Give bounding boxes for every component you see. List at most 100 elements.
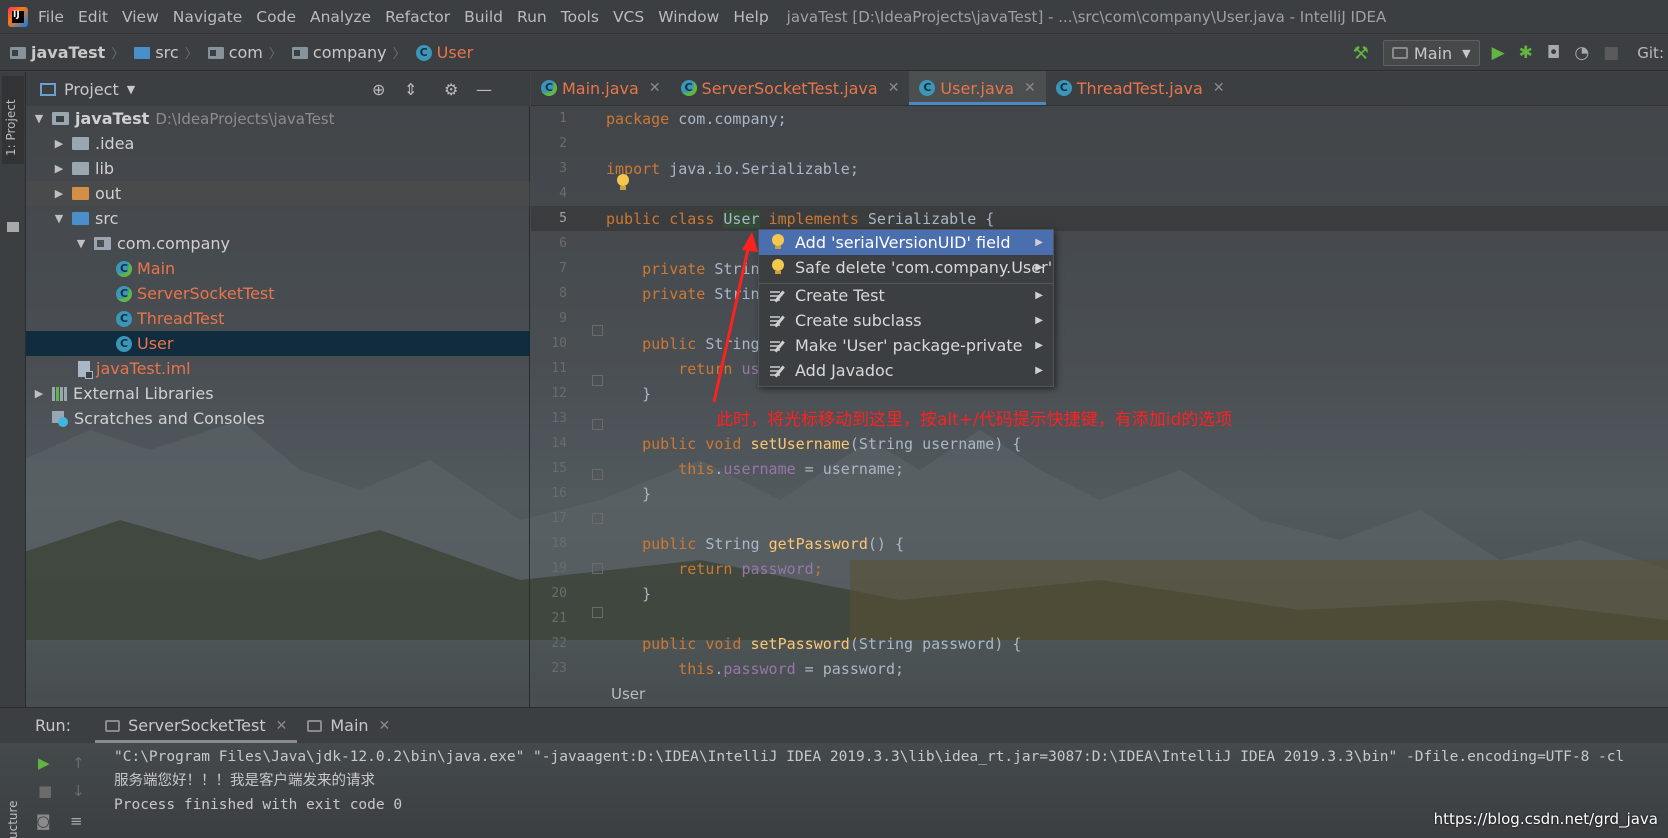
- editor-breadcrumb[interactable]: User: [611, 685, 645, 703]
- tree-item-out[interactable]: ▶ out: [26, 181, 530, 206]
- fold-marker-icon[interactable]: [592, 419, 603, 430]
- stop-icon[interactable]: ■: [1603, 43, 1619, 63]
- tree-item-scratches[interactable]: Scratches and Consoles: [26, 406, 530, 431]
- menu-help[interactable]: Help: [733, 8, 768, 26]
- soft-wrap-icon[interactable]: ≡: [70, 812, 83, 830]
- tab-serversockettest-java[interactable]: C ServerSocketTest.java ✕: [671, 71, 910, 105]
- menu-edit[interactable]: Edit: [78, 8, 108, 26]
- tree-item-javatest[interactable]: ▼ javaTest D:\IdeaProjects\javaTest: [26, 106, 530, 131]
- menu-analyze[interactable]: Analyze: [310, 8, 371, 26]
- arrow-up-icon[interactable]: ↑: [72, 754, 85, 772]
- git-label[interactable]: Git:: [1637, 44, 1664, 62]
- menu-navigate[interactable]: Navigate: [173, 8, 243, 26]
- gear-icon[interactable]: ⚙: [444, 80, 458, 99]
- breadcrumb-project[interactable]: javaTest 〉: [10, 43, 124, 62]
- menu-item-add-serialversionuid[interactable]: Add 'serialVersionUID' field ▶: [759, 230, 1053, 255]
- menu-item-create-test[interactable]: Create Test ▶: [759, 283, 1053, 308]
- coverage-shield-icon[interactable]: ◘: [1547, 43, 1560, 63]
- submenu-arrow-icon: ▶: [1035, 290, 1043, 301]
- breadcrumb-src[interactable]: src 〉: [134, 43, 198, 62]
- build-hammer-icon[interactable]: ⚒: [1353, 43, 1369, 64]
- line-number: 18: [551, 536, 567, 551]
- project-tool-window-tab[interactable]: 1: Project: [2, 76, 24, 164]
- line-number: 16: [551, 486, 567, 501]
- breadcrumb-company[interactable]: company 〉: [291, 43, 406, 62]
- code-line-16: }: [606, 482, 651, 507]
- menu-refactor[interactable]: Refactor: [385, 8, 450, 26]
- menu-build[interactable]: Build: [464, 8, 503, 26]
- debug-bug-icon[interactable]: ✱: [1519, 43, 1533, 63]
- fold-marker-icon[interactable]: [592, 469, 603, 480]
- menu-item-add-javadoc[interactable]: Add Javadoc ▶: [759, 358, 1053, 383]
- close-icon[interactable]: ✕: [276, 718, 288, 734]
- line-number-gutter[interactable]: 1 2 3 4 5 6 7 8 9 10 11 12 13 14 15 16 1…: [531, 107, 603, 682]
- menu-item-make-package-private[interactable]: Make 'User' package-private ▶: [759, 333, 1053, 358]
- profiler-icon[interactable]: ◔: [1574, 43, 1589, 63]
- tree-item-user[interactable]: C User: [26, 331, 530, 356]
- close-icon[interactable]: ✕: [379, 718, 391, 734]
- library-icon: [52, 386, 67, 401]
- tree-item-javatest-iml[interactable]: javaTest.iml: [26, 356, 530, 381]
- menu-tools[interactable]: Tools: [561, 8, 599, 26]
- run-tab-main[interactable]: Main ✕: [297, 708, 400, 743]
- tree-item-serversockettest[interactable]: C ServerSocketTest: [26, 281, 530, 306]
- collapse-all-icon[interactable]: ⇕: [404, 80, 417, 99]
- tree-item-src[interactable]: ▼ src: [26, 206, 530, 231]
- keyword: private: [642, 260, 706, 278]
- run-icon[interactable]: ▶: [1492, 43, 1505, 63]
- arrow-down-icon[interactable]: ↓: [72, 782, 85, 800]
- scratches-icon: [52, 410, 68, 427]
- close-icon[interactable]: ✕: [649, 80, 661, 96]
- navigation-bar: javaTest 〉 src 〉 com 〉 company 〉 C User …: [0, 35, 1668, 71]
- tree-item-idea[interactable]: ▶ .idea: [26, 131, 530, 156]
- tree-item-com-company[interactable]: ▼ com.company: [26, 231, 530, 256]
- menu-run[interactable]: Run: [517, 8, 547, 26]
- watermark: https://blog.csdn.net/grd_java: [1433, 810, 1658, 828]
- collapsed-arrow-icon[interactable]: ▶: [52, 187, 66, 200]
- tree-item-external-libraries[interactable]: ▶ External Libraries: [26, 381, 530, 406]
- rerun-icon[interactable]: ▶: [38, 754, 50, 772]
- menu-item-safe-delete[interactable]: Safe delete 'com.company.User' ▶: [759, 255, 1053, 280]
- camera-icon[interactable]: ◙: [36, 812, 51, 830]
- tree-item-threadtest[interactable]: C ThreadTest: [26, 306, 530, 331]
- annotation-arrow-icon: [712, 232, 758, 403]
- chevron-down-icon[interactable]: ▼: [127, 83, 135, 96]
- menu-item-create-subclass[interactable]: Create subclass ▶: [759, 308, 1053, 333]
- keyword: public class: [606, 210, 715, 228]
- fold-marker-icon[interactable]: [592, 325, 603, 336]
- menu-code[interactable]: Code: [256, 8, 296, 26]
- menu-window[interactable]: Window: [658, 8, 719, 26]
- run-configuration-select[interactable]: Main ▼: [1382, 40, 1480, 66]
- breadcrumb-com[interactable]: com 〉: [207, 43, 282, 62]
- menu-vcs[interactable]: VCS: [613, 8, 644, 26]
- stop-icon[interactable]: ■: [38, 782, 52, 800]
- tree-item-main[interactable]: C Main: [26, 256, 530, 281]
- project-view-title[interactable]: Project: [64, 80, 119, 99]
- close-icon[interactable]: ✕: [1024, 80, 1036, 96]
- fold-marker-icon[interactable]: [592, 513, 603, 524]
- class-name-highlight[interactable]: User: [723, 210, 760, 228]
- menu-file[interactable]: File: [38, 8, 64, 26]
- tree-item-lib[interactable]: ▶ lib: [26, 156, 530, 181]
- collapsed-arrow-icon[interactable]: ▶: [52, 162, 66, 175]
- tab-threadtest-java[interactable]: C ThreadTest.java ✕: [1046, 71, 1235, 105]
- expanded-arrow-icon[interactable]: ▼: [32, 112, 46, 125]
- tab-main-java[interactable]: C Main.java ✕: [531, 71, 671, 105]
- locate-target-icon[interactable]: ⊕: [372, 80, 385, 99]
- collapsed-arrow-icon[interactable]: ▶: [52, 137, 66, 150]
- menu-view[interactable]: View: [122, 8, 159, 26]
- collapsed-arrow-icon[interactable]: ▶: [32, 387, 46, 400]
- expanded-arrow-icon[interactable]: ▼: [74, 237, 88, 250]
- tab-user-java[interactable]: C User.java ✕: [909, 71, 1047, 105]
- fold-marker-icon[interactable]: [592, 607, 603, 618]
- fold-marker-icon[interactable]: [592, 375, 603, 386]
- breadcrumb-user[interactable]: C User: [415, 43, 473, 62]
- expanded-arrow-icon[interactable]: ▼: [52, 212, 66, 225]
- minimize-icon[interactable]: —: [476, 80, 492, 99]
- close-icon[interactable]: ✕: [888, 80, 900, 96]
- run-tab-serversockettest[interactable]: ServerSocketTest ✕: [95, 708, 298, 743]
- fold-marker-icon[interactable]: [592, 563, 603, 574]
- close-icon[interactable]: ✕: [1213, 80, 1225, 96]
- line-number: 21: [551, 611, 567, 626]
- lightbulb-icon[interactable]: [616, 174, 630, 192]
